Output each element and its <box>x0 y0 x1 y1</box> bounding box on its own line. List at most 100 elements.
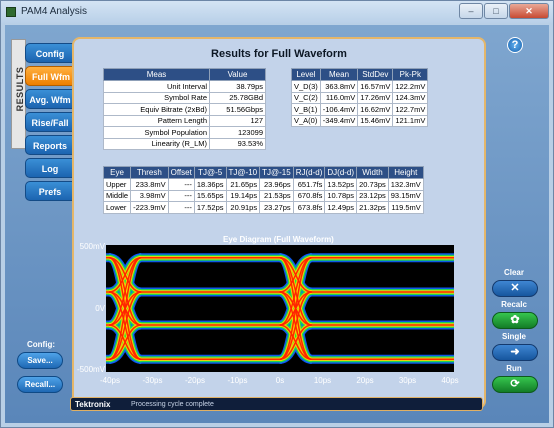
col-header: TJ@-5 <box>193 166 227 179</box>
col-header: Eye <box>102 166 132 179</box>
table-row: Middle 3.98mV --- 15.65ps 19.14ps 21.53ps 670.… <box>102 189 424 202</box>
refresh-icon: ⟳ <box>510 378 520 390</box>
col-header: DJ(d-d) <box>324 166 358 179</box>
table-cell: -106.4mV <box>319 103 359 116</box>
table-cell: 21.32ps <box>356 201 389 214</box>
tab-avg-wfm[interactable]: Avg. Wfm <box>25 89 75 109</box>
single-button[interactable]: ➜ <box>492 344 538 361</box>
y-tick-label: -500mV <box>77 365 106 374</box>
results-side-label: RESULTS <box>11 39 26 149</box>
window-controls: – □ ✕ <box>458 3 549 19</box>
col-header: Width <box>356 166 389 179</box>
app-window: PAM4 Analysis – □ ✕ RESULTS Config Full … <box>0 0 554 428</box>
eye-diagram-plot <box>106 245 454 372</box>
table-cell: 122.7mV <box>392 103 429 116</box>
col-header: TJ@-10 <box>225 166 261 179</box>
table-cell: --- <box>167 201 195 214</box>
app-icon <box>6 7 16 17</box>
recalc-button[interactable]: ✿ <box>492 312 538 329</box>
table-cell: 17.52ps <box>193 201 227 214</box>
tab-config[interactable]: Config <box>25 43 75 63</box>
table-cell: 233.8mV <box>130 178 169 191</box>
col-header: Mean <box>319 68 359 81</box>
x-tick-label: -40ps <box>99 376 120 385</box>
measurement-table: Meas Value Unit Interval 38.79ps Symbol Ra… <box>103 68 266 150</box>
tab-reports[interactable]: Reports <box>25 135 75 155</box>
save-config-button[interactable]: Save... <box>17 352 63 369</box>
y-tick-label: 0V <box>95 304 105 313</box>
help-icon[interactable]: ? <box>507 37 523 53</box>
y-tick-label: 500mV <box>79 242 105 251</box>
table-cell: 3.98mV <box>130 189 169 202</box>
table-cell: 21.65ps <box>225 178 261 191</box>
x-tick-label: -20ps <box>184 376 205 385</box>
table-row: Unit Interval 38.79ps <box>103 80 266 93</box>
close-icon: ✕ <box>510 282 520 294</box>
table-row: Linearity (R_LM) 93.53% <box>103 137 266 150</box>
table-row: Symbol Rate 25.78GBd <box>103 91 266 104</box>
table-cell: 670.8fs <box>292 189 326 202</box>
tab-log[interactable]: Log <box>25 158 75 178</box>
close-window-button[interactable]: ✕ <box>509 3 549 19</box>
table-cell: 15.46mV <box>357 114 394 127</box>
table-cell: 123099 <box>209 126 266 139</box>
status-bar: Tektronix Processing cycle complete <box>70 397 483 411</box>
table-cell: Pattern Length <box>103 114 210 127</box>
x-tick-label: -30ps <box>142 376 163 385</box>
table-cell: -349.4mV <box>319 114 359 127</box>
table-cell: 673.8fs <box>292 201 326 214</box>
table-cell: 119.5mV <box>387 201 424 214</box>
table-row: V_A(0) -349.4mV 15.46mV 121.1mV <box>291 114 429 127</box>
tab-prefs[interactable]: Prefs <box>25 181 75 201</box>
x-tick-label: -10ps <box>227 376 248 385</box>
table-cell: 19.14ps <box>225 189 261 202</box>
window-title: PAM4 Analysis <box>21 6 87 17</box>
table-cell: 16.57mV <box>357 80 394 93</box>
table-cell: 23.12ps <box>356 189 389 202</box>
table-cell: --- <box>167 178 195 191</box>
col-header: RJ(d-d) <box>292 166 326 179</box>
table-cell: 25.78GBd <box>209 91 266 104</box>
col-header: Thresh <box>130 166 169 179</box>
table-cell: 13.52ps <box>324 178 358 191</box>
tab-full-wfm[interactable]: Full Wfm <box>25 66 77 86</box>
table-row: V_C(2) 116.0mV 17.26mV 124.3mV <box>291 91 429 104</box>
col-header: Level <box>291 68 321 81</box>
results-title: Results for Full Waveform <box>211 48 347 60</box>
table-cell: V_B(1) <box>291 103 321 116</box>
tab-rise-fall[interactable]: Rise/Fall <box>25 112 75 132</box>
maximize-button[interactable]: □ <box>484 3 508 19</box>
table-row: Upper 233.8mV --- 18.36ps 21.65ps 23.96ps 651.… <box>102 178 424 191</box>
table-cell: 127 <box>209 114 266 127</box>
table-cell: Equiv Bitrate (2xBd) <box>103 103 210 116</box>
table-cell: 116.0mV <box>319 91 359 104</box>
single-label: Single <box>501 332 526 341</box>
table-cell: 651.7fs <box>292 178 326 191</box>
clear-button[interactable]: ✕ <box>492 280 538 297</box>
table-cell: Linearity (R_LM) <box>103 137 210 150</box>
table-row: Symbol Population 123099 <box>103 126 266 139</box>
table-cell: 21.53ps <box>259 189 294 202</box>
eye-diagram-title: Eye Diagram (Full Waveform) <box>223 235 334 244</box>
col-header: Height <box>387 166 424 179</box>
recall-config-button[interactable]: Recall... <box>17 376 63 393</box>
table-cell: 23.27ps <box>259 201 294 214</box>
table-cell: 15.65ps <box>193 189 227 202</box>
table-cell: V_A(0) <box>291 114 321 127</box>
x-tick-label: 40ps <box>441 376 459 385</box>
table-cell: V_D(3) <box>291 80 321 93</box>
col-header: StdDev <box>357 68 394 81</box>
arrow-right-icon: ➜ <box>510 346 520 358</box>
run-button[interactable]: ⟳ <box>492 376 538 393</box>
results-label: RESULTS <box>15 66 25 112</box>
table-cell: 363.8mV <box>319 80 359 93</box>
minimize-button[interactable]: – <box>459 3 483 19</box>
table-cell: 16.62mV <box>357 103 394 116</box>
col-header: Pk-Pk <box>392 68 429 81</box>
table-cell: Symbol Population <box>103 126 210 139</box>
table-cell: 20.91ps <box>225 201 261 214</box>
table-cell: 20.73ps <box>356 178 389 191</box>
table-cell: 93.15mV <box>387 189 424 202</box>
run-label: Run <box>506 364 522 373</box>
table-row: V_D(3) 363.8mV 16.57mV 122.2mV <box>291 80 429 93</box>
